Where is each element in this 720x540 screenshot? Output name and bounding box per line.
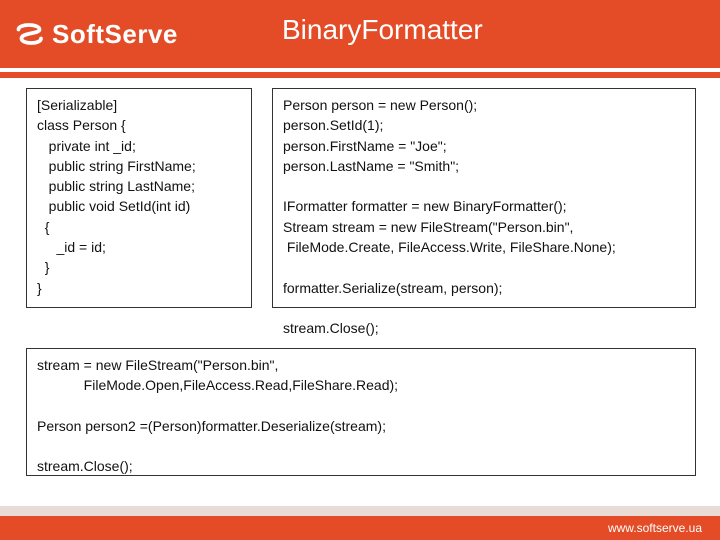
code-box-serialize: Person person = new Person(); person.Set… xyxy=(272,88,696,308)
brand-name: SoftServe xyxy=(52,19,178,50)
code-box-class-def: [Serializable] class Person { private in… xyxy=(26,88,252,308)
logo: SoftServe xyxy=(14,19,178,50)
code-box-deserialize: stream = new FileStream("Person.bin", Fi… xyxy=(26,348,696,476)
slide: SoftServe BinaryFormatter [Serializable]… xyxy=(0,0,720,540)
footer-gap xyxy=(0,506,720,516)
slide-title: BinaryFormatter xyxy=(282,14,483,46)
footer-bar: www.softserve.ua xyxy=(0,516,720,540)
footer-url: www.softserve.ua xyxy=(608,521,702,535)
softserve-logo-icon xyxy=(14,19,44,49)
accent-strip xyxy=(0,72,720,78)
header-bar: SoftServe BinaryFormatter xyxy=(0,0,720,68)
